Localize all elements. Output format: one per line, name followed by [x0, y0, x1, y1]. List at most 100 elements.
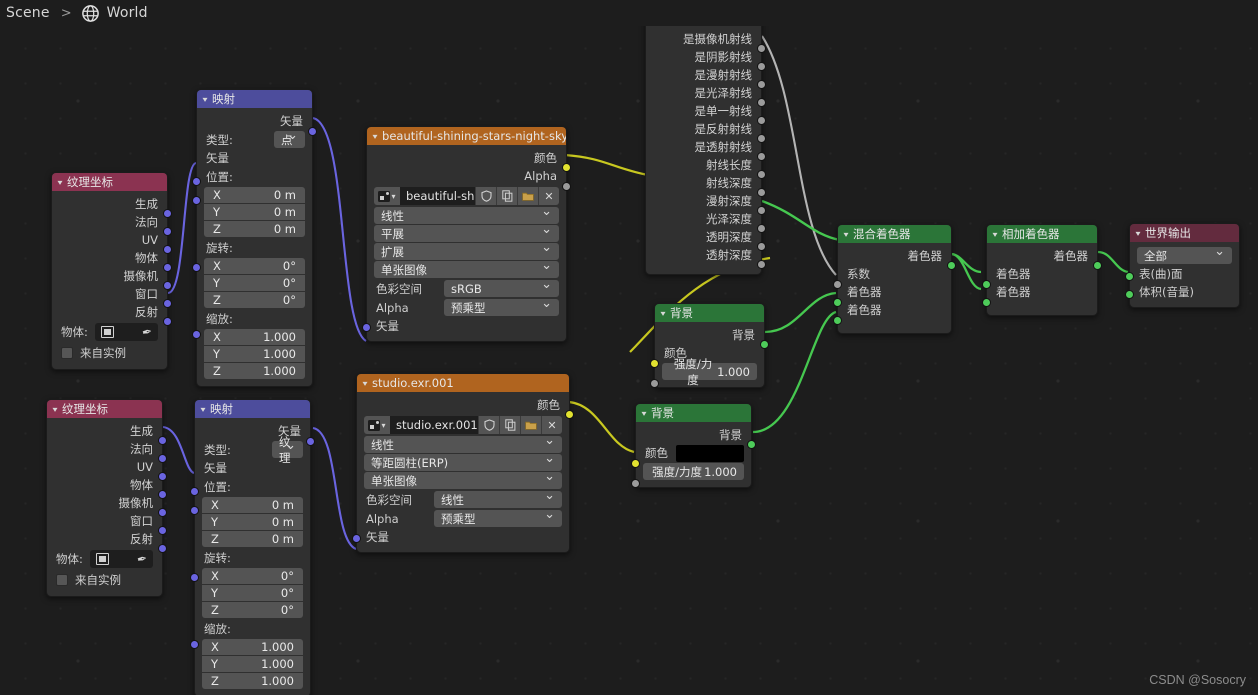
type-row[interactable]: 类型: 点 [197, 128, 312, 149]
socket-ray-depth[interactable] [757, 188, 766, 197]
socket-uv[interactable] [158, 472, 167, 481]
socket-is-transmission-ray[interactable] [757, 152, 766, 161]
socket-window[interactable] [158, 526, 167, 535]
socket-in-rotation[interactable] [192, 263, 201, 272]
chevron-down-icon[interactable]: ▾ [52, 405, 57, 414]
chevron-down-icon[interactable]: ▾ [843, 230, 848, 239]
image-name-field[interactable]: beautiful-shining-... [400, 187, 475, 205]
alpha-dropdown[interactable]: 预乘型 [444, 296, 559, 316]
socket-reflection[interactable] [158, 544, 167, 553]
node-header[interactable]: ▾ 相加着色器 [987, 225, 1097, 243]
alpha-row[interactable]: Alpha 预乘型 [367, 296, 566, 317]
node-header[interactable]: ▾ 纹理坐标 [52, 173, 167, 191]
socket-transmission-depth[interactable] [757, 260, 766, 269]
chevron-down-icon[interactable]: ▾ [362, 379, 367, 388]
node-add-shader[interactable]: ▾ 相加着色器 着色器 着色器 着色器 [982, 224, 1102, 316]
node-mix-shader[interactable]: ▾ 混合着色器 着色器 系数 着色器 着色器 [833, 224, 956, 334]
strength-slider[interactable]: 强度/力度 1.000 [662, 357, 757, 387]
socket-in-vector[interactable] [192, 177, 201, 186]
socket-is-singular-ray[interactable] [757, 116, 766, 125]
node-image-texture-studio[interactable]: ▾ studio.exr.001 颜色 ▾ studio.exr.001 ✕ 线… [352, 373, 574, 553]
rotation-z[interactable]: Z 0° [204, 292, 305, 308]
socket-in-color[interactable] [650, 359, 659, 368]
rotation-z[interactable]: Z 0° [202, 602, 303, 618]
socket-out-background[interactable] [747, 440, 756, 449]
socket-out-color[interactable] [562, 163, 571, 172]
rotation-x[interactable]: X 0° [202, 568, 303, 584]
node-header[interactable]: ▾ beautiful-shining-stars-night-sky.jpg.… [367, 127, 566, 145]
projection-dropdown[interactable]: 平展 [374, 222, 559, 242]
rotation-y[interactable]: Y 0° [202, 585, 303, 601]
image-datablock-row[interactable]: ▾ beautiful-shining-... ✕ [374, 187, 559, 205]
projection-dropdown[interactable]: 等距圆柱(ERP) [364, 451, 562, 471]
colorspace-dropdown[interactable]: 线性 [434, 488, 562, 508]
socket-out-alpha[interactable] [562, 182, 571, 191]
socket-object[interactable] [163, 263, 172, 272]
node-editor-canvas[interactable] [0, 26, 1258, 695]
input-color-row[interactable]: 颜色 [636, 444, 751, 462]
node-mapping-bottom[interactable]: ▾ 映射 矢量 类型: 纹理 矢量 位置: X0 m Y0 m Z0 m 旋转:… [190, 399, 315, 695]
scale-x[interactable]: X 1.000 [204, 329, 305, 345]
from-instancer-checkbox[interactable] [56, 574, 68, 586]
copy-icon[interactable] [496, 187, 517, 205]
location-x[interactable]: X0 m [202, 497, 303, 513]
strength-slider[interactable]: 强度/力度 1.000 [643, 463, 744, 480]
image-datablock-icon[interactable]: ▾ [374, 187, 400, 205]
socket-out-background[interactable] [760, 340, 769, 349]
chevron-down-icon[interactable]: ▾ [660, 309, 665, 318]
folder-icon[interactable] [520, 416, 541, 434]
folder-icon[interactable] [517, 187, 538, 205]
socket-transparent-depth[interactable] [757, 242, 766, 251]
socket-camera[interactable] [163, 281, 172, 290]
socket-is-reflection-ray[interactable] [757, 134, 766, 143]
socket-in-color[interactable] [631, 459, 640, 468]
socket-out-color[interactable] [565, 410, 574, 419]
socket-in-shader-2[interactable] [833, 316, 842, 325]
rotation-y[interactable]: Y 0° [204, 275, 305, 291]
chevron-down-icon[interactable]: ▾ [992, 230, 997, 239]
close-icon[interactable]: ✕ [538, 187, 559, 205]
socket-in-shader-1[interactable] [833, 298, 842, 307]
socket-uv[interactable] [163, 245, 172, 254]
colorspace-dropdown[interactable]: sRGB [444, 277, 559, 297]
object-field-row[interactable]: 物体: ✒ [52, 321, 167, 343]
socket-in-surface[interactable] [1125, 272, 1134, 281]
chevron-down-icon[interactable]: ▾ [57, 178, 62, 187]
socket-in-shader-2[interactable] [982, 298, 991, 307]
socket-glossy-depth[interactable] [757, 224, 766, 233]
source-dropdown[interactable]: 单张图像 [374, 258, 559, 278]
location-y[interactable]: Y0 m [204, 204, 305, 220]
chevron-down-icon[interactable]: ▾ [641, 409, 646, 418]
socket-is-diffuse-ray[interactable] [757, 80, 766, 89]
socket-in-fac[interactable] [833, 280, 842, 289]
colorspace-row[interactable]: 色彩空间 线性 [357, 488, 569, 509]
scale-z[interactable]: Z 1.000 [202, 673, 303, 689]
image-datablock-icon[interactable]: ▾ [364, 416, 390, 434]
from-instancer-row[interactable]: 来自实例 [52, 343, 167, 363]
socket-in-shader-1[interactable] [982, 280, 991, 289]
eyedropper-icon[interactable]: ✒ [141, 324, 154, 340]
shield-icon[interactable] [478, 416, 499, 434]
node-header[interactable]: ▾ 混合着色器 [838, 225, 951, 243]
type-dropdown[interactable]: 纹理 [272, 435, 303, 465]
alpha-dropdown[interactable]: 预乘型 [434, 507, 562, 527]
interpolation-dropdown[interactable]: 线性 [364, 433, 562, 453]
socket-in-vector[interactable] [362, 323, 371, 332]
socket-reflection[interactable] [163, 317, 172, 326]
node-mapping-top[interactable]: ▾ 映射 矢量 类型: 点 矢量 位置: X0 m Y0 m Z0 m 旋转: … [192, 89, 317, 387]
object-field-row[interactable]: 物体: ✒ [47, 548, 162, 570]
chevron-down-icon[interactable]: ▾ [372, 132, 377, 141]
breadcrumb-world[interactable]: World [107, 5, 148, 21]
node-header[interactable]: ▾ studio.exr.001 [357, 374, 569, 392]
color-swatch[interactable] [676, 444, 744, 462]
object-picker[interactable]: ✒ [94, 323, 158, 341]
socket-in-vector[interactable] [352, 534, 361, 543]
socket-in-location[interactable] [192, 196, 201, 205]
node-background-bottom[interactable]: ▾ 背景 背景 颜色 强度/力度 1.000 [631, 403, 756, 488]
node-header[interactable]: ▾ 映射 [195, 400, 310, 418]
node-header[interactable]: ▾ 背景 [636, 404, 751, 422]
from-instancer-checkbox[interactable] [61, 347, 73, 359]
node-light-path[interactable]: ▾ 光程 是摄像机射线 是阴影射线 是漫射射线 是光泽射线 是单一射线 是反射射… [645, 7, 766, 275]
socket-in-scale[interactable] [192, 330, 201, 339]
copy-icon[interactable] [499, 416, 520, 434]
